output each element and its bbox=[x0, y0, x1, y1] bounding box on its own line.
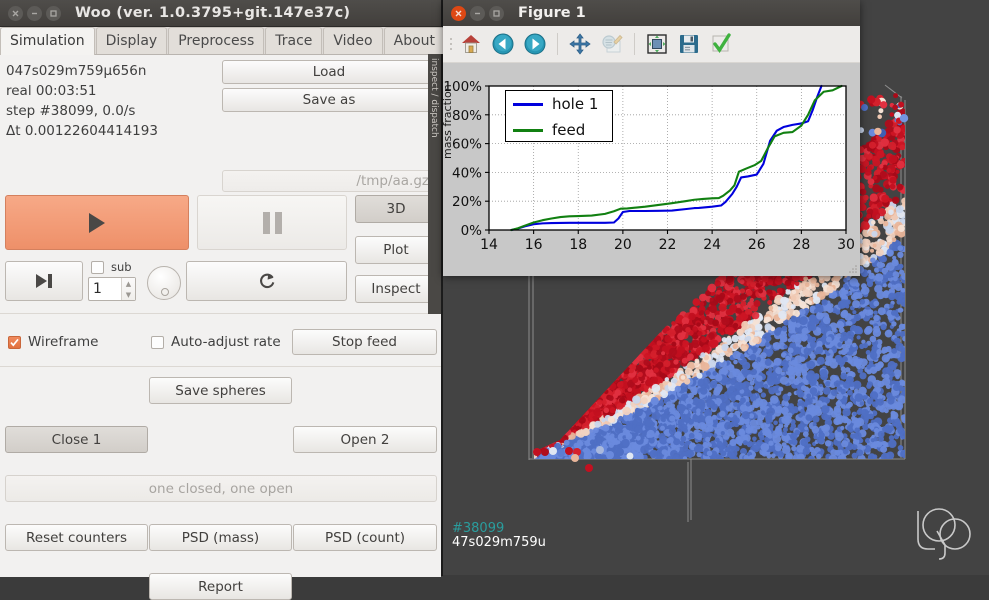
figure-window-title: Figure 1 bbox=[518, 5, 586, 21]
auto-adjust-rate-label: Auto-adjust rate bbox=[171, 334, 281, 350]
report-button[interactable]: Report bbox=[149, 573, 292, 600]
zoom-rect-icon bbox=[597, 29, 627, 59]
psd-mass-button[interactable]: PSD (mass) bbox=[149, 524, 292, 551]
view-inspect-button[interactable]: Inspect bbox=[355, 275, 437, 303]
close-icon[interactable] bbox=[451, 6, 466, 21]
spinner-arrows[interactable]: ▲▼ bbox=[121, 278, 135, 300]
toolbar-divider bbox=[634, 33, 635, 55]
toolbar-divider bbox=[557, 33, 558, 55]
open-2-button[interactable]: Open 2 bbox=[293, 426, 437, 453]
spinner-up-icon[interactable]: ▲ bbox=[122, 278, 135, 289]
viewport-time-label: 47s029m759u bbox=[452, 535, 546, 550]
save-as-button[interactable]: Save as bbox=[222, 88, 436, 112]
woo-main-window: Woo (ver. 1.0.3795+git.147e37c) Simulati… bbox=[0, 0, 442, 575]
configure-subplots-icon[interactable] bbox=[642, 29, 672, 59]
view-3d-button[interactable]: 3D bbox=[355, 195, 437, 223]
legend-label: feed bbox=[552, 121, 585, 139]
sim-time-label: 047s029m759µ656n bbox=[6, 63, 146, 79]
stop-feed-button[interactable]: Stop feed bbox=[292, 329, 437, 355]
back-arrow-icon[interactable] bbox=[488, 29, 518, 59]
reload-button[interactable] bbox=[186, 261, 347, 301]
sub-checkbox[interactable]: sub bbox=[91, 260, 132, 274]
tab-preprocess[interactable]: Preprocess bbox=[168, 27, 264, 54]
tab-display[interactable]: Display bbox=[96, 27, 168, 54]
apply-checkmark-icon[interactable] bbox=[706, 29, 736, 59]
tab-simulation[interactable]: Simulation bbox=[0, 27, 95, 55]
maximize-icon[interactable] bbox=[46, 6, 61, 21]
pause-icon bbox=[263, 212, 282, 234]
close-icon[interactable] bbox=[8, 6, 23, 21]
simulation-panel: 047s029m759µ656n real 00:03:51 step #380… bbox=[0, 55, 441, 577]
spinner-down-icon[interactable]: ▼ bbox=[122, 289, 135, 300]
spinner-value: 1 bbox=[89, 278, 121, 300]
rate-dial[interactable] bbox=[147, 266, 181, 300]
step-button[interactable] bbox=[5, 261, 83, 301]
maximize-icon[interactable] bbox=[489, 6, 504, 21]
tab-video[interactable]: Video bbox=[323, 27, 382, 54]
play-icon bbox=[89, 213, 105, 233]
legend-entry: feed bbox=[506, 117, 612, 143]
plot-canvas[interactable]: 1416182022242628300%20%40%60%80%100% mas… bbox=[443, 63, 860, 276]
legend-label: hole 1 bbox=[552, 95, 598, 113]
checkbox-box bbox=[8, 336, 21, 349]
resize-grip-icon[interactable] bbox=[848, 264, 858, 274]
tab-about[interactable]: About bbox=[384, 27, 445, 54]
figure-titlebar[interactable]: Figure 1 bbox=[443, 0, 860, 26]
pause-button[interactable] bbox=[197, 195, 347, 250]
checkbox-box bbox=[91, 261, 104, 274]
tab-bar: Simulation Display Preprocess Trace Vide… bbox=[0, 27, 441, 55]
reload-icon bbox=[256, 270, 278, 292]
figure-toolbar bbox=[443, 26, 860, 63]
side-strip-label: inspect / dispatch bbox=[429, 58, 439, 138]
legend-entry: hole 1 bbox=[506, 91, 612, 117]
view-plot-button[interactable]: Plot bbox=[355, 236, 437, 264]
home-icon[interactable] bbox=[456, 29, 486, 59]
woo-window-title: Woo (ver. 1.0.3795+git.147e37c) bbox=[75, 5, 350, 21]
feed-status-label: one closed, one open bbox=[5, 475, 437, 502]
plot-legend: hole 1 feed bbox=[505, 90, 613, 142]
legend-swatch-feed bbox=[513, 129, 543, 132]
close-1-button[interactable]: Close 1 bbox=[5, 426, 148, 453]
sub-label: sub bbox=[111, 260, 132, 274]
minimize-icon[interactable] bbox=[470, 6, 485, 21]
woo-logo bbox=[909, 501, 975, 563]
timestep-label: Δt 0.00122604414193 bbox=[6, 123, 158, 139]
inspect-side-strip[interactable]: inspect / dispatch bbox=[428, 54, 441, 314]
forward-arrow-icon[interactable] bbox=[520, 29, 550, 59]
save-path-field[interactable]: /tmp/aa.gz bbox=[222, 170, 436, 192]
reset-counters-button[interactable]: Reset counters bbox=[5, 524, 148, 551]
psd-count-button[interactable]: PSD (count) bbox=[293, 524, 437, 551]
minimize-icon[interactable] bbox=[27, 6, 42, 21]
figure-window: Figure 1 bbox=[443, 0, 860, 275]
viewport-step-label: #38099 bbox=[452, 521, 504, 536]
step-icon bbox=[36, 274, 52, 288]
y-axis-label: mass fraction bbox=[441, 84, 454, 159]
dial-pip-icon bbox=[161, 288, 169, 296]
tab-trace[interactable]: Trace bbox=[265, 27, 322, 54]
wireframe-checkbox[interactable]: Wireframe bbox=[8, 334, 98, 350]
real-time-label: real 00:03:51 bbox=[6, 83, 97, 99]
play-button[interactable] bbox=[5, 195, 189, 250]
save-figure-icon[interactable] bbox=[674, 29, 704, 59]
pan-icon[interactable] bbox=[565, 29, 595, 59]
sub-steps-spinner[interactable]: 1 ▲▼ bbox=[88, 277, 136, 301]
woo-titlebar[interactable]: Woo (ver. 1.0.3795+git.147e37c) bbox=[0, 0, 441, 27]
legend-swatch-hole1 bbox=[513, 103, 543, 106]
step-count-label: step #38099, 0.0/s bbox=[6, 103, 135, 119]
auto-adjust-rate-checkbox[interactable]: Auto-adjust rate bbox=[151, 334, 281, 350]
load-button[interactable]: Load bbox=[222, 60, 436, 84]
toolbar-grip-icon bbox=[448, 36, 454, 52]
wireframe-label: Wireframe bbox=[28, 334, 98, 350]
checkbox-box bbox=[151, 336, 164, 349]
save-spheres-button[interactable]: Save spheres bbox=[149, 377, 292, 404]
